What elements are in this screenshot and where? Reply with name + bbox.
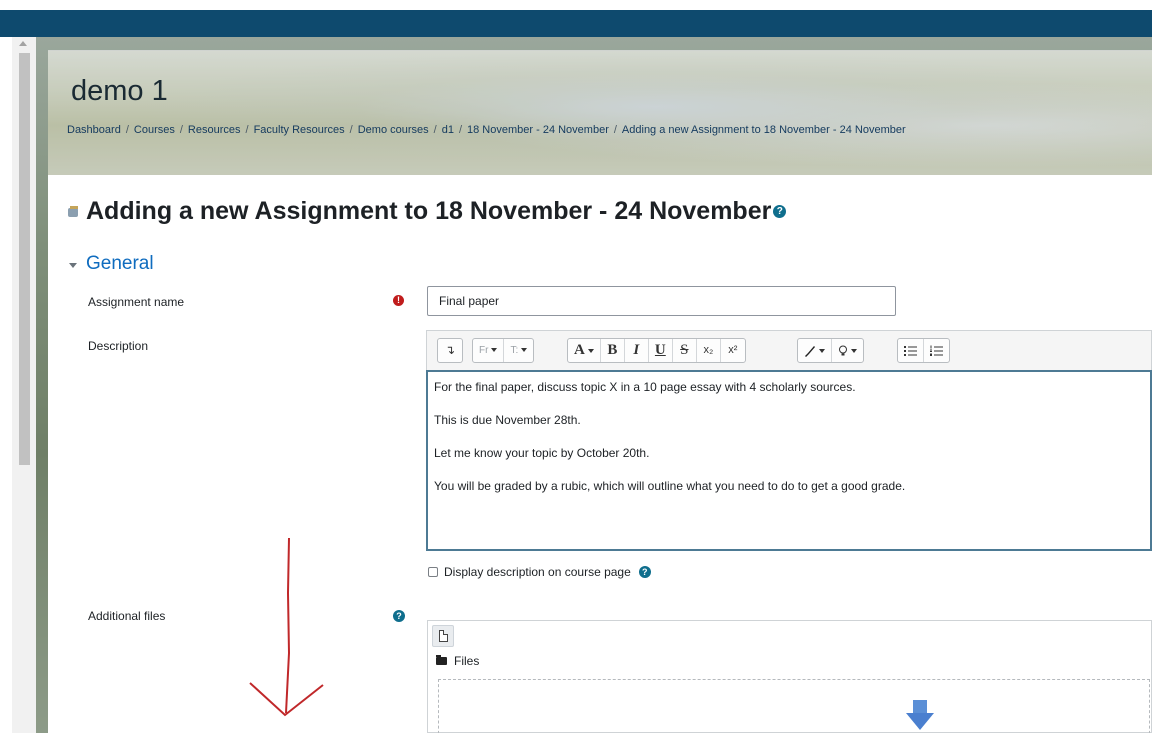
additional-files-label: Additional files — [88, 609, 166, 623]
breadcrumb-d1[interactable]: d1 — [442, 124, 454, 136]
required-icon[interactable]: ! — [393, 295, 404, 306]
toolbar-group-style: A B I U S x₂ x² — [567, 338, 746, 363]
breadcrumb-separator: / — [349, 124, 353, 136]
editor-paragraph: You will be graded by a rubic, which wil… — [434, 479, 906, 493]
breadcrumb-week[interactable]: 18 November - 24 November — [467, 124, 609, 136]
breadcrumb-demo-courses[interactable]: Demo courses — [358, 124, 429, 136]
navbar — [0, 10, 1152, 37]
file-manager: Files — [427, 620, 1152, 733]
page-heading-text: Adding a new Assignment to 18 November -… — [86, 197, 772, 225]
font-family-label: Fr — [479, 345, 489, 356]
editor-paragraph: For the final paper, discuss topic X in … — [434, 380, 856, 394]
numbered-list-icon — [930, 345, 943, 357]
breadcrumb-separator: / — [179, 124, 183, 136]
scrollbar[interactable] — [12, 37, 36, 733]
toolbar-group-fonts: Fr T: — [472, 338, 535, 363]
top-strip — [0, 0, 1152, 10]
course-header-banner: demo 1 Dashboard / Courses / Resources / Facul… — [48, 50, 1152, 175]
chevron-down-icon — [819, 348, 825, 353]
display-description-checkbox[interactable] — [428, 567, 438, 577]
description-label: Description — [88, 339, 149, 353]
scroll-up-arrow-icon[interactable] — [19, 41, 27, 46]
breadcrumb-resources[interactable]: Resources — [188, 124, 241, 136]
breadcrumb: Dashboard / Courses / Resources / Faculty Reso… — [67, 124, 906, 136]
accessibility-button[interactable] — [832, 339, 863, 362]
bullet-list-icon — [904, 346, 917, 357]
chevron-down-icon — [851, 348, 857, 353]
font-color-label: A — [574, 342, 585, 358]
superscript-button[interactable]: x² — [721, 339, 745, 362]
main-content: Adding a new Assignment to 18 November -… — [48, 175, 1152, 733]
breadcrumb-separator: / — [125, 124, 129, 136]
chevron-down-icon — [587, 348, 594, 353]
paintbrush-icon — [805, 345, 815, 357]
toolbar-collapse-button[interactable]: ↴ — [438, 339, 462, 362]
editor-paragraph: This is due November 28th. — [434, 413, 581, 427]
file-dropzone[interactable] — [438, 679, 1150, 733]
folder-icon — [436, 655, 447, 665]
description-editor[interactable]: For the final paper, discuss topic X in … — [426, 370, 1152, 551]
banner-overlay — [48, 51, 1152, 175]
breadcrumb-dashboard[interactable]: Dashboard — [67, 124, 121, 136]
breadcrumb-current: Adding a new Assignment to 18 November -… — [621, 124, 906, 136]
assignment-name-input[interactable] — [427, 286, 896, 316]
breadcrumb-courses[interactable]: Courses — [134, 124, 175, 136]
breadcrumb-separator: / — [245, 124, 249, 136]
assignment-icon — [66, 205, 80, 219]
editor-toolbar: ↴ Fr T: A B I U S x₂ x² — [426, 330, 1152, 370]
folder-label[interactable]: Files — [454, 654, 479, 668]
subscript-button[interactable]: x₂ — [697, 339, 721, 362]
font-color-button[interactable]: A — [568, 339, 601, 362]
display-description-row: Display description on course page ? — [428, 565, 651, 579]
font-size-button[interactable]: T: — [504, 339, 533, 362]
ordered-list-button[interactable] — [924, 339, 949, 362]
additional-files-help-icon[interactable]: ? — [393, 610, 405, 622]
font-family-button[interactable]: Fr — [473, 339, 505, 362]
download-arrow-icon — [906, 700, 934, 730]
heading-help-icon[interactable]: ? — [773, 205, 787, 218]
display-description-label[interactable]: Display description on course page — [444, 565, 631, 579]
toolbar-group-lists — [897, 338, 950, 363]
breadcrumb-separator: / — [613, 124, 617, 136]
strikethrough-button[interactable]: S — [673, 339, 697, 362]
breadcrumb-separator: / — [458, 124, 463, 136]
assignment-name-label: Assignment name — [88, 295, 185, 309]
section-general-title: General — [86, 253, 154, 274]
breadcrumb-separator: / — [433, 124, 437, 136]
italic-button[interactable]: I — [625, 339, 649, 362]
highlight-button[interactable] — [798, 339, 832, 362]
course-title: demo 1 — [71, 75, 168, 107]
display-description-help-icon[interactable]: ? — [638, 566, 651, 578]
scroll-thumb[interactable] — [19, 53, 30, 465]
file-manager-path: Files — [436, 654, 479, 668]
bold-button[interactable]: B — [601, 339, 625, 362]
breadcrumb-faculty-resources[interactable]: Faculty Resources — [254, 124, 345, 136]
editor-paragraph: Let me know your topic by October 20th. — [434, 446, 650, 460]
page-heading: Adding a new Assignment to 18 November -… — [66, 197, 787, 226]
chevron-down-icon — [491, 348, 498, 353]
font-size-label: T: — [510, 345, 519, 356]
caret-down-icon — [69, 262, 77, 268]
red-arrow-annotation — [249, 537, 324, 717]
add-file-button[interactable] — [432, 625, 454, 647]
underline-button[interactable]: U — [649, 339, 673, 362]
unordered-list-button[interactable] — [898, 339, 924, 362]
chevron-down-icon — [521, 348, 528, 353]
lightbulb-icon — [839, 345, 847, 356]
section-general-toggle[interactable]: General — [69, 253, 154, 275]
toolbar-group-collapse: ↴ — [437, 338, 463, 363]
file-icon — [439, 630, 448, 642]
toolbar-group-tools — [797, 338, 864, 363]
